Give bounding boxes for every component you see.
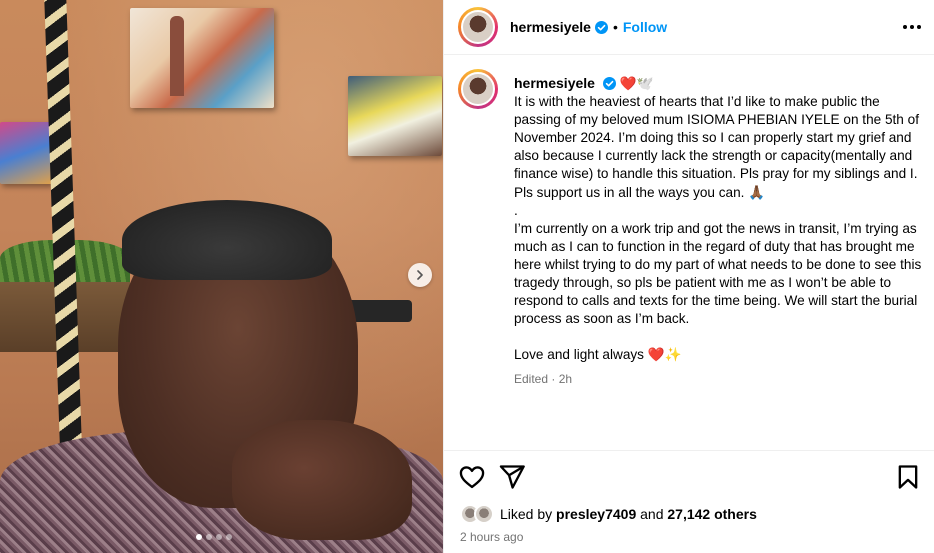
liker-username[interactable]: presley7409 [556,506,636,522]
author-username[interactable]: hermesiyele [510,19,591,35]
caption-paragraph-4: Love and light always ❤️✨ [514,347,682,363]
post-caption: hermesiyele ❤️🕊️ It is with the heaviest… [514,74,922,389]
post-media[interactable] [0,0,443,553]
carousel-dot [196,534,202,540]
carousel-dot [206,534,212,540]
author-avatar[interactable] [458,7,498,47]
carousel-dots [196,534,232,540]
carousel-dot [216,534,222,540]
instagram-post: hermesiyele • Follow hermesiyele ❤️🕊️ It… [0,0,934,553]
painting-right [348,76,442,156]
likes-prefix: Liked by [500,506,553,522]
follow-button[interactable]: Follow [623,19,667,35]
post-side-panel: hermesiyele • Follow hermesiyele ❤️🕊️ It… [443,0,934,553]
likes-middle: and [640,506,664,522]
painting-left [0,122,52,184]
person-hand [232,420,412,540]
action-bar [444,450,934,502]
carousel-next-button[interactable] [408,263,432,287]
caption-paragraph-1: It is with the heaviest of hearts that I… [514,94,919,200]
likes-text: Liked by presley7409 and 27,142 others [500,506,757,522]
caption-emoji: ❤️🕊️ [619,76,654,91]
verified-icon [594,20,608,34]
person-hair [122,200,332,280]
post-header: hermesiyele • Follow [444,0,934,55]
caption-avatar[interactable] [458,69,498,109]
likes-count[interactable]: 27,142 others [667,506,757,522]
carousel-dot [226,534,232,540]
painting-big-ben [130,8,274,108]
edited-label: Edited · 2h [514,372,573,387]
likes-summary: Liked by presley7409 and 27,142 others [460,504,757,524]
caption-username[interactable]: hermesiyele [514,75,595,91]
heart-icon[interactable] [458,463,486,491]
verified-icon [602,77,616,90]
caption-paragraph-2: . [514,202,518,218]
caption-area: hermesiyele ❤️🕊️ It is with the heaviest… [458,69,928,449]
bookmark-icon[interactable] [894,463,922,491]
more-options-icon[interactable] [901,18,923,36]
caption-paragraph-3: I’m currently on a work trip and got the… [514,220,922,327]
carousel-next-icon [417,270,423,280]
post-timestamp[interactable]: 2 hours ago [460,530,523,544]
liker-avatar[interactable] [474,504,494,524]
share-icon[interactable] [498,463,526,491]
header-separator: • [612,19,618,35]
